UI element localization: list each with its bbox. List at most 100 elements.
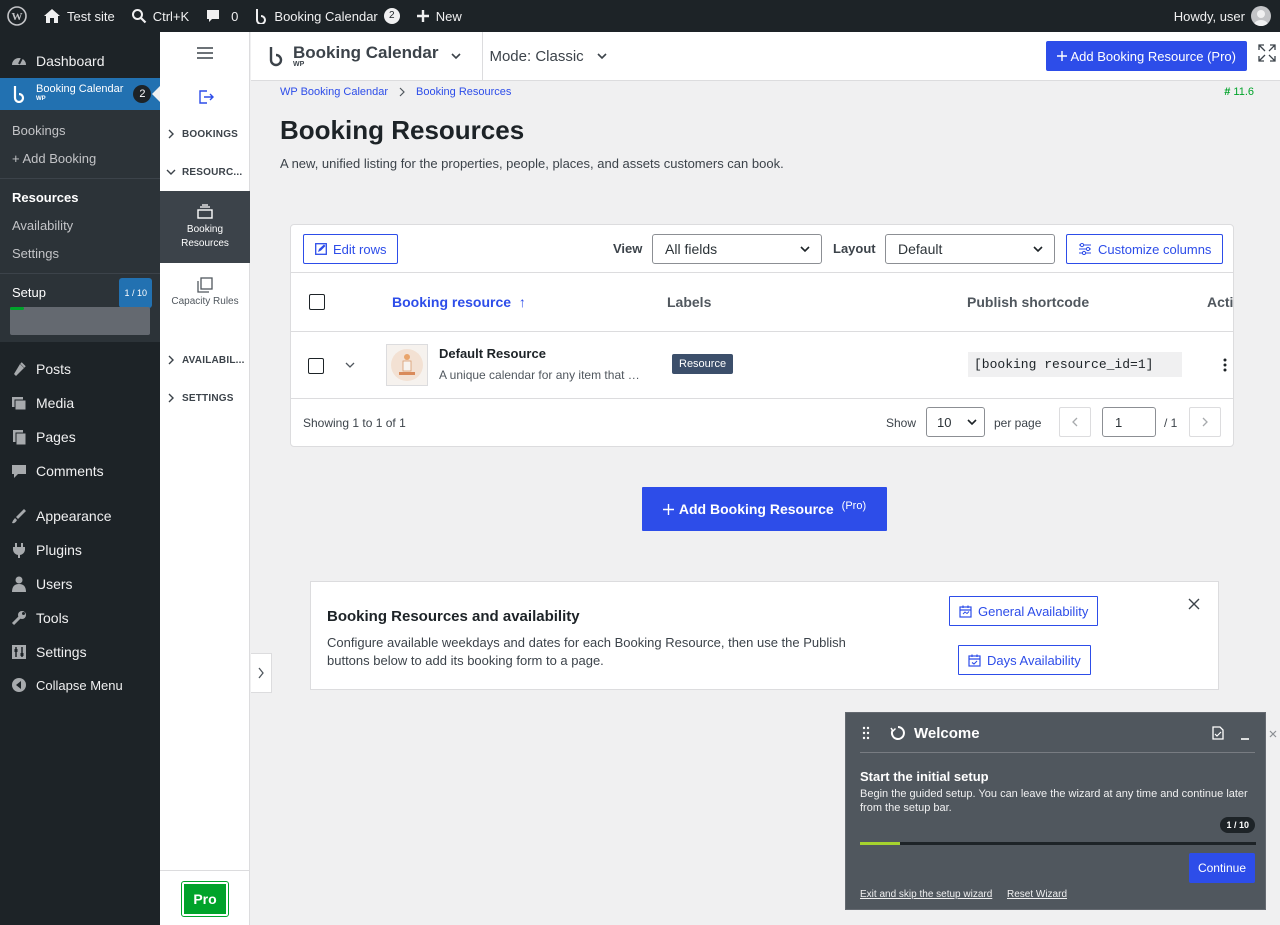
publish-shortcode[interactable]: [booking resource_id=1] bbox=[968, 352, 1182, 377]
exit-wizard-link[interactable]: Exit and skip the setup wizard bbox=[860, 889, 992, 900]
table-toolbar: Edit rows View All fields Layout Default… bbox=[291, 225, 1233, 273]
hamburger-icon[interactable] bbox=[196, 46, 214, 60]
mode-selector[interactable]: Mode: Classic bbox=[483, 48, 607, 65]
nav-group-resources[interactable]: RESOURC... bbox=[160, 153, 250, 191]
next-page-button[interactable] bbox=[1189, 407, 1221, 437]
submenu-resources[interactable]: Resources bbox=[0, 184, 160, 212]
days-availability-button[interactable]: Days Availability bbox=[958, 645, 1091, 675]
menu-appearance[interactable]: Appearance bbox=[0, 499, 160, 533]
wrench-icon bbox=[10, 609, 28, 627]
edit-rows-button[interactable]: Edit rows bbox=[303, 234, 399, 264]
row-checkbox[interactable] bbox=[308, 358, 324, 374]
new-label: New bbox=[435, 8, 462, 24]
brand-switcher[interactable]: Booking Calendar WP bbox=[251, 31, 484, 81]
new-content-link[interactable]: New bbox=[408, 0, 470, 32]
comments-link[interactable]: 0 bbox=[197, 0, 246, 32]
general-availability-button[interactable]: General Availability bbox=[949, 596, 1099, 626]
menu-settings[interactable]: Settings bbox=[0, 635, 160, 669]
breadcrumb-item[interactable]: WP Booking Calendar bbox=[280, 86, 388, 98]
menu-posts[interactable]: Posts bbox=[0, 352, 160, 386]
drag-handle-icon[interactable] bbox=[862, 726, 870, 740]
avatar bbox=[1251, 6, 1271, 26]
nav-group-availability[interactable]: AVAILABIL... bbox=[160, 341, 250, 379]
submenu-settings[interactable]: Settings bbox=[0, 240, 160, 268]
chevron-right-icon bbox=[257, 667, 265, 679]
welcome-title: Welcome bbox=[914, 725, 980, 742]
menu-item-label: Plugins bbox=[36, 542, 82, 558]
page-number-input[interactable]: 1 bbox=[1102, 407, 1156, 437]
resources-table-card: Edit rows View All fields Layout Default… bbox=[290, 224, 1234, 447]
customize-columns-button[interactable]: Customize columns bbox=[1066, 234, 1224, 264]
wordpress-logo-icon[interactable]: W bbox=[0, 0, 35, 32]
fullscreen-icon[interactable] bbox=[1258, 44, 1276, 62]
setup-progress-fill bbox=[10, 307, 24, 310]
expand-sidebar-tab[interactable] bbox=[251, 653, 272, 693]
account-menu[interactable]: Howdy, user bbox=[1166, 0, 1280, 32]
nav-tile-booking-resources[interactable]: Booking Resources bbox=[160, 191, 250, 263]
nav-group-bookings[interactable]: BOOKINGS bbox=[160, 115, 250, 153]
close-icon[interactable] bbox=[1188, 598, 1200, 610]
nav-group-settings[interactable]: SETTINGS bbox=[160, 379, 250, 417]
menu-item-label: Media bbox=[36, 395, 75, 411]
plus-icon bbox=[1056, 51, 1067, 61]
svg-text:W: W bbox=[12, 11, 23, 23]
chevron-down-icon bbox=[450, 50, 462, 62]
menu-tools[interactable]: Tools bbox=[0, 601, 160, 635]
column-publish-shortcode: Publish shortcode bbox=[967, 294, 1090, 310]
view-select[interactable]: All fields bbox=[652, 234, 822, 264]
expand-row-chevron-icon[interactable] bbox=[344, 359, 356, 371]
minimize-icon[interactable] bbox=[1240, 731, 1250, 741]
submenu-availability[interactable]: Availability bbox=[0, 212, 160, 240]
nav-tile-capacity-rules[interactable]: Capacity Rules bbox=[160, 263, 250, 321]
add-booking-resource-button[interactable]: Add Booking Resource (Pro) bbox=[642, 487, 887, 531]
menu-booking-calendar[interactable]: Booking Calendar WP 2 bbox=[0, 78, 160, 110]
layout-label: Layout bbox=[833, 241, 876, 256]
previous-page-button[interactable] bbox=[1059, 407, 1091, 437]
submenu-divider bbox=[0, 178, 160, 179]
days-availability-label: Days Availability bbox=[987, 652, 1081, 668]
booking-calendar-link[interactable]: Booking Calendar 2 bbox=[246, 0, 407, 32]
continue-button[interactable]: Continue bbox=[1188, 853, 1255, 883]
setup-progress-badge: 1 / 10 bbox=[119, 278, 152, 308]
menu-plugins[interactable]: Plugins bbox=[0, 533, 160, 567]
hash-icon: # bbox=[1224, 86, 1231, 98]
menu-media[interactable]: Media bbox=[0, 386, 160, 420]
reset-wizard-link[interactable]: Reset Wizard bbox=[1007, 889, 1067, 900]
document-icon[interactable] bbox=[1212, 726, 1224, 740]
copy-icon bbox=[197, 277, 213, 293]
table-header: Booking resource ↑ Labels Publish shortc… bbox=[291, 273, 1233, 332]
pro-button[interactable]: Pro bbox=[181, 881, 229, 917]
page-description: A new, unified listing for the propertie… bbox=[280, 156, 784, 171]
welcome-progress-bar bbox=[860, 842, 1256, 845]
comment-icon bbox=[10, 462, 28, 480]
menu-booking-calendar-label: Booking Calendar bbox=[36, 83, 124, 95]
more-actions-icon[interactable] bbox=[1223, 358, 1227, 372]
column-booking-resource[interactable]: Booking resource ↑ bbox=[392, 294, 526, 310]
breadcrumb-item[interactable]: Booking Resources bbox=[416, 86, 511, 98]
menu-comments[interactable]: Comments bbox=[0, 454, 160, 488]
menu-dashboard[interactable]: Dashboard bbox=[0, 44, 160, 78]
welcome-text: Begin the guided setup. You can leave th… bbox=[860, 788, 1248, 814]
menu-booking-calendar-sub: WP bbox=[36, 96, 46, 102]
add-booking-resource-header-button[interactable]: Add Booking Resource (Pro) bbox=[1045, 41, 1247, 71]
submenu-bookings[interactable]: Bookings bbox=[0, 117, 160, 145]
search-shortcut[interactable]: Ctrl+K bbox=[123, 0, 197, 32]
per-page-select[interactable]: 10 bbox=[926, 407, 985, 437]
select-all-checkbox[interactable] bbox=[309, 294, 325, 310]
site-name-link[interactable]: Test site bbox=[35, 0, 123, 32]
side-close-icon[interactable] bbox=[1266, 712, 1280, 756]
exit-icon[interactable] bbox=[198, 90, 214, 104]
layout-select[interactable]: Default bbox=[885, 234, 1055, 264]
submenu-setup[interactable]: Setup 1 / 10 bbox=[0, 278, 160, 308]
resource-name[interactable]: Default Resource bbox=[439, 346, 546, 361]
menu-pages[interactable]: Pages bbox=[0, 420, 160, 454]
submenu-add-booking[interactable]: + Add Booking bbox=[0, 145, 160, 173]
menu-users[interactable]: Users bbox=[0, 567, 160, 601]
chevron-down-icon bbox=[799, 243, 811, 255]
menu-collapse-menu[interactable]: Collapse Menu bbox=[0, 669, 160, 701]
nav-group-availability-label: AVAILABIL... bbox=[182, 354, 245, 366]
plugin-header: Booking Calendar WP Mode: Classic Add Bo… bbox=[251, 31, 1280, 81]
edit-rows-label: Edit rows bbox=[333, 241, 387, 257]
view-select-value: All fields bbox=[665, 241, 718, 257]
plus-icon bbox=[416, 9, 430, 23]
